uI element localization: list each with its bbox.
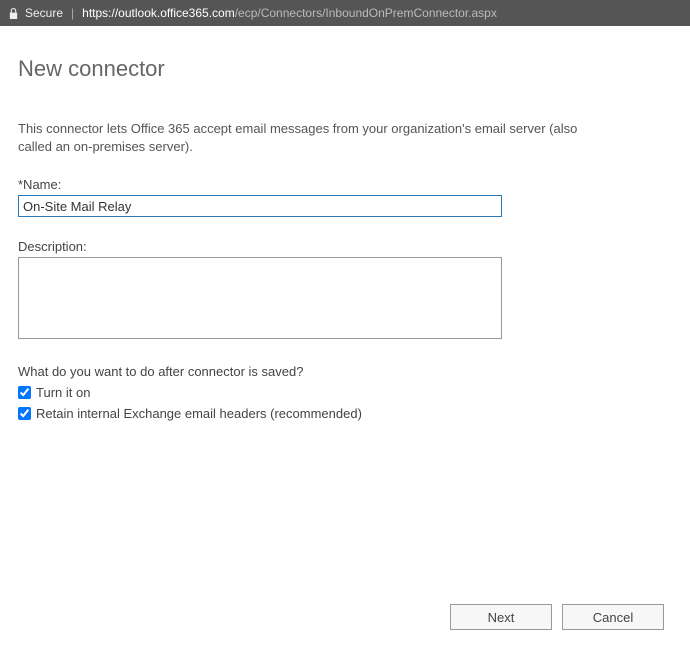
lock-icon [8, 7, 19, 20]
turn-it-on-row[interactable]: Turn it on [18, 385, 672, 400]
url-path: /ecp/Connectors/InboundOnPremConnector.a… [235, 6, 497, 20]
retain-headers-row[interactable]: Retain internal Exchange email headers (… [18, 406, 672, 421]
name-field-group: *Name: [18, 177, 672, 217]
retain-headers-checkbox[interactable] [18, 407, 31, 420]
url-host: https://outlook.office365.com [82, 6, 235, 20]
secure-label: Secure [25, 6, 63, 20]
button-row: Next Cancel [450, 604, 664, 630]
name-input[interactable] [18, 195, 502, 217]
page-content: New connector This connector lets Office… [0, 26, 690, 658]
next-button[interactable]: Next [450, 604, 552, 630]
url: https://outlook.office365.com/ecp/Connec… [82, 6, 497, 20]
page-title: New connector [18, 56, 672, 82]
retain-headers-label: Retain internal Exchange email headers (… [36, 406, 362, 421]
after-save-question: What do you want to do after connector i… [18, 364, 672, 379]
intro-text: This connector lets Office 365 accept em… [18, 120, 578, 155]
address-divider: | [71, 6, 74, 20]
cancel-button[interactable]: Cancel [562, 604, 664, 630]
turn-it-on-checkbox[interactable] [18, 386, 31, 399]
name-label: *Name: [18, 177, 672, 192]
description-input[interactable] [18, 257, 502, 339]
description-label: Description: [18, 239, 672, 254]
browser-address-bar: Secure | https://outlook.office365.com/e… [0, 0, 690, 26]
turn-it-on-label: Turn it on [36, 385, 90, 400]
description-field-group: Description: [18, 239, 672, 342]
